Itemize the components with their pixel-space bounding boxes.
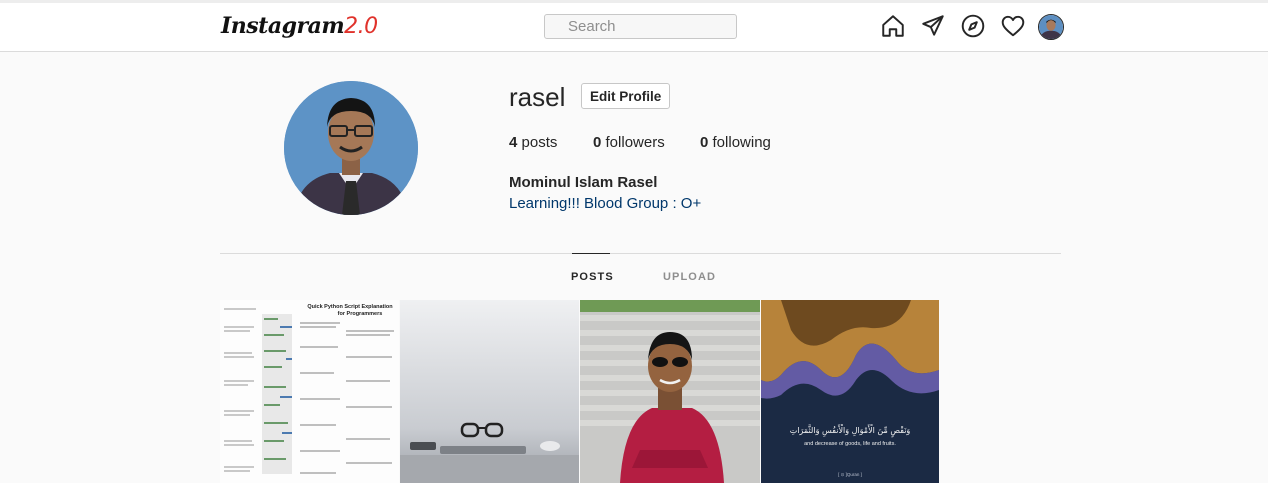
following-stat[interactable]: 0 following xyxy=(700,134,771,151)
tabs-divider xyxy=(220,253,1061,254)
followers-label: followers xyxy=(605,134,665,151)
post-thumbnail-4[interactable]: وَنَقْصٍ مِّنَ الْأَمْوَالِ وَالْأَنفُسِ… xyxy=(761,300,939,483)
avatar[interactable] xyxy=(1038,14,1064,40)
app-logo[interactable]: Instagram2.0 xyxy=(221,13,378,39)
explore-icon[interactable] xyxy=(960,13,986,39)
post-thumbnail-3[interactable] xyxy=(580,300,760,483)
posts-stat: 4 posts xyxy=(509,134,557,151)
heart-icon[interactable] xyxy=(1000,13,1026,39)
edit-profile-button[interactable]: Edit Profile xyxy=(581,83,671,109)
profile-picture[interactable] xyxy=(284,81,418,215)
post-thumbnail-2[interactable] xyxy=(400,300,579,483)
send-icon[interactable] xyxy=(920,13,946,39)
posts-count: 4 xyxy=(509,134,518,151)
followers-stat[interactable]: 0 followers xyxy=(593,134,665,151)
doc-title-line-1: Quick Python Script Explanation xyxy=(307,304,393,310)
profile-full-name: Mominul Islam Rasel xyxy=(509,174,658,191)
tab-posts[interactable]: POSTS xyxy=(571,271,614,283)
tab-upload[interactable]: UPLOAD xyxy=(663,271,716,283)
following-count: 0 xyxy=(700,134,709,151)
following-label: following xyxy=(712,134,771,151)
doc-title-line-2: for Programmers xyxy=(338,311,383,317)
profile-username: rasel xyxy=(509,82,566,112)
active-tab-indicator xyxy=(572,253,610,254)
logo-version: 2.0 xyxy=(344,14,378,39)
logo-wordmark: Instagram xyxy=(221,13,345,39)
profile-bio: Learning!!! Blood Group : O+ xyxy=(509,195,702,212)
post-thumbnail-1[interactable]: Quick Python Script Explanation for Prog… xyxy=(220,300,399,483)
posts-label: posts xyxy=(521,134,558,151)
home-icon[interactable] xyxy=(880,13,906,39)
top-navbar: Instagram2.0 xyxy=(0,3,1268,52)
verse-translation: and decrease of goods, life and fruits. xyxy=(804,441,896,447)
search-input[interactable] xyxy=(544,14,737,39)
post-credit: [ ⊙ ]Quran ] xyxy=(838,472,862,477)
followers-count: 0 xyxy=(593,134,602,151)
